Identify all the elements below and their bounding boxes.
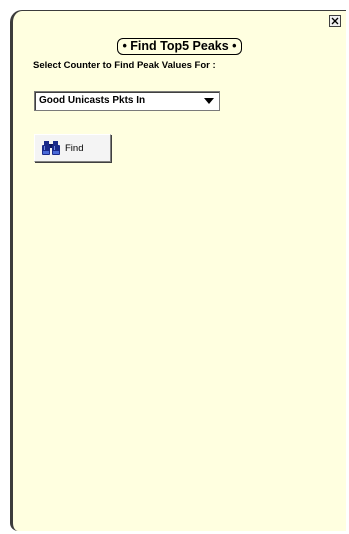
panel-title-text: Find Top5 Peaks (130, 39, 229, 53)
find-button[interactable]: Find (34, 134, 111, 162)
select-counter-label: Select Counter to Find Peak Values For : (33, 60, 216, 71)
find-button-label: Find (65, 143, 84, 154)
counter-dropdown[interactable]: Good Unicasts Pkts In (34, 91, 220, 111)
panel-title: • Find Top5 Peaks • (117, 38, 242, 55)
counter-dropdown-value: Good Unicasts Pkts In (39, 95, 146, 106)
title-container: • Find Top5 Peaks • (13, 37, 346, 55)
chevron-down-icon[interactable] (204, 98, 214, 104)
close-icon[interactable] (329, 15, 341, 27)
find-peaks-panel: • Find Top5 Peaks • Select Counter to Fi… (10, 10, 346, 531)
binoculars-icon (42, 141, 60, 155)
